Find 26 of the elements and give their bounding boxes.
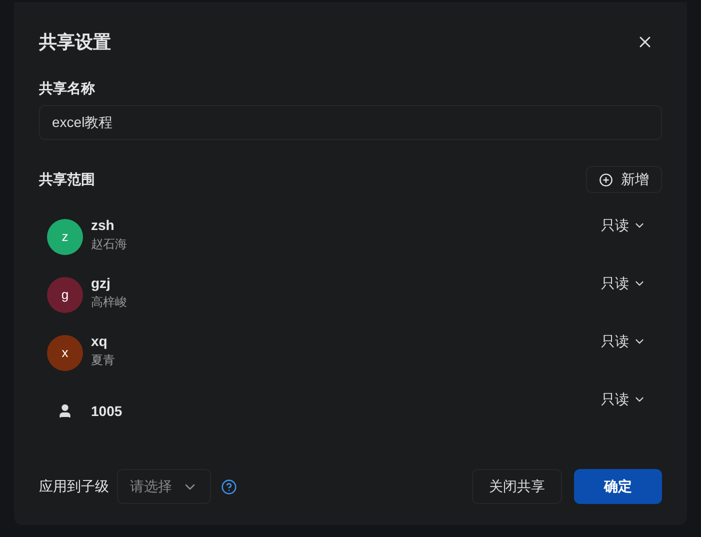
- avatar: x: [47, 335, 83, 371]
- apply-select[interactable]: 请选择: [117, 469, 211, 504]
- confirm-button[interactable]: 确定: [574, 469, 662, 504]
- permission-dropdown[interactable]: 只读: [601, 215, 646, 236]
- member-name: gzj: [91, 274, 112, 293]
- close-share-button[interactable]: 关闭共享: [472, 469, 562, 504]
- avatar: z: [47, 219, 83, 255]
- add-button[interactable]: 新增: [586, 166, 662, 193]
- member-subtitle: 夏青: [91, 352, 115, 369]
- section-label: 共享范围: [39, 170, 95, 189]
- member-name: xq: [91, 332, 108, 351]
- permission-dropdown[interactable]: 只读: [601, 273, 646, 294]
- member-subtitle: 高梓峻: [91, 294, 127, 311]
- add-icon: [599, 172, 613, 186]
- avatar: g: [47, 277, 83, 313]
- member-name: 1005: [91, 402, 122, 421]
- apply-label: 应用到子级: [39, 477, 109, 496]
- permission-dropdown[interactable]: 只读: [601, 389, 646, 410]
- field-label: 共享名称: [39, 79, 96, 98]
- name-field[interactable]: excel教程: [39, 105, 662, 140]
- person-icon: [57, 403, 73, 419]
- dialog-title: 共享设置: [39, 30, 111, 54]
- help-icon: [221, 478, 237, 494]
- member-subtitle: 赵石海: [91, 236, 127, 253]
- permission-dropdown[interactable]: 只读: [601, 331, 646, 352]
- member-name: zsh: [91, 216, 116, 235]
